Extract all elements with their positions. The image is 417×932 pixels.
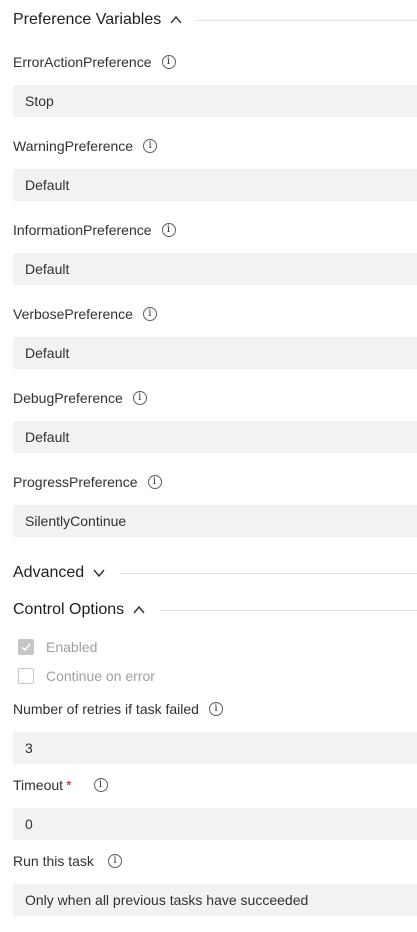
info-icon[interactable]: i xyxy=(107,854,122,868)
error-action-label-row: ErrorActionPreference i xyxy=(13,52,176,72)
info-icon[interactable]: i xyxy=(161,223,176,237)
continue-on-error-checkbox[interactable] xyxy=(18,668,34,684)
enabled-checkbox-row[interactable]: Enabled xyxy=(18,637,97,657)
run-this-task-label-row: Run this task i xyxy=(13,851,122,871)
progress-preference-dropdown[interactable]: SilentlyContinue xyxy=(13,505,417,537)
preference-variables-header[interactable]: Preference Variables xyxy=(13,8,417,32)
field-label: Number of retries if task failed xyxy=(13,701,199,717)
chevron-down-icon[interactable] xyxy=(92,566,106,580)
field-value: Default xyxy=(25,429,70,445)
section-divider xyxy=(120,572,417,574)
field-value: Default xyxy=(25,177,70,193)
timeout-label-row: Timeout * i xyxy=(13,775,108,795)
chevron-up-icon[interactable] xyxy=(132,603,146,617)
field-value: Only when all previous tasks have succee… xyxy=(25,892,309,908)
checkmark-icon xyxy=(21,643,31,652)
debug-label-row: DebugPreference i xyxy=(13,388,147,408)
verbose-preference-dropdown[interactable]: Default xyxy=(13,337,417,369)
field-value: 0 xyxy=(25,816,33,832)
section-title: Advanced xyxy=(13,564,85,581)
verbose-label-row: VerbosePreference i xyxy=(13,304,157,324)
field-value: Default xyxy=(25,261,70,277)
field-label: ProgressPreference xyxy=(13,474,138,490)
field-label: VerbosePreference xyxy=(13,306,133,322)
control-options-header[interactable]: Control Options xyxy=(13,598,417,622)
chevron-up-icon[interactable] xyxy=(169,13,183,27)
info-icon[interactable]: i xyxy=(143,139,158,153)
info-icon[interactable]: i xyxy=(93,778,108,792)
run-this-task-dropdown[interactable]: Only when all previous tasks have succee… xyxy=(13,884,417,916)
retries-input[interactable]: 3 xyxy=(13,732,417,764)
enabled-label: Enabled xyxy=(46,639,98,655)
info-icon[interactable]: i xyxy=(161,55,176,69)
information-preference-dropdown[interactable]: Default xyxy=(13,253,417,285)
section-divider xyxy=(197,19,417,21)
continue-on-error-label: Continue on error xyxy=(46,668,155,684)
info-icon[interactable]: i xyxy=(142,307,157,321)
info-icon[interactable]: i xyxy=(208,702,223,716)
advanced-header[interactable]: Advanced xyxy=(13,561,417,585)
info-icon[interactable]: i xyxy=(147,475,162,489)
warning-preference-dropdown[interactable]: Default xyxy=(13,169,417,201)
field-label: ErrorActionPreference xyxy=(13,54,152,70)
enabled-checkbox[interactable] xyxy=(18,639,34,655)
field-label: Run this task xyxy=(13,853,94,869)
section-title: Control Options xyxy=(13,601,125,618)
timeout-input[interactable]: 0 xyxy=(13,808,417,840)
warning-label-row: WarningPreference i xyxy=(13,136,158,156)
continue-on-error-row[interactable]: Continue on error xyxy=(18,666,155,686)
required-asterisk: * xyxy=(66,777,72,793)
information-label-row: InformationPreference i xyxy=(13,220,176,240)
field-value: Default xyxy=(25,345,70,361)
field-value: SilentlyContinue xyxy=(25,513,127,529)
field-label: WarningPreference xyxy=(13,138,134,154)
section-divider xyxy=(160,609,417,611)
field-label: InformationPreference xyxy=(13,222,152,238)
section-title: Preference Variables xyxy=(13,11,162,28)
info-icon[interactable]: i xyxy=(132,391,147,405)
retries-label-row: Number of retries if task failed i xyxy=(13,699,223,719)
field-label: Timeout xyxy=(13,777,64,793)
progress-label-row: ProgressPreference i xyxy=(13,472,162,492)
field-value: 3 xyxy=(25,740,33,756)
field-value: Stop xyxy=(25,93,54,109)
debug-preference-dropdown[interactable]: Default xyxy=(13,421,417,453)
error-action-preference-dropdown[interactable]: Stop xyxy=(13,85,417,117)
field-label: DebugPreference xyxy=(13,390,123,406)
